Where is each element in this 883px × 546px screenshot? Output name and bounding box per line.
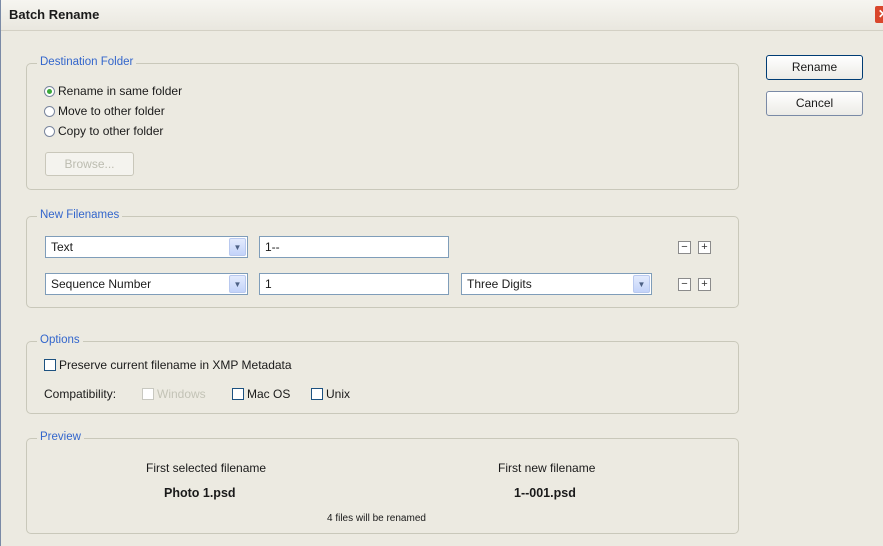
chevron-down-icon[interactable]: ▼ [633, 275, 650, 293]
browse-button[interactable]: Browse... [45, 152, 134, 176]
title-bar: Batch Rename ✕ [1, 0, 883, 31]
radio-button[interactable] [44, 85, 55, 97]
preview-legend: Preview [37, 431, 84, 443]
first-selected-filename-label: First selected filename [146, 461, 267, 475]
add-row-button-2[interactable]: + [698, 278, 711, 291]
cancel-button[interactable]: Cancel [766, 91, 863, 116]
windows-label: Windows [157, 387, 206, 401]
rename-button-label: Rename [791, 60, 838, 74]
filename-type-select-2[interactable]: Sequence Number ▼ [45, 273, 248, 295]
cancel-button-label: Cancel [795, 96, 834, 110]
unix-label: Unix [326, 387, 351, 401]
close-icon[interactable]: ✕ [875, 6, 883, 23]
filename-text-input-2[interactable]: 1 [259, 273, 449, 295]
windows-checkbox-row: Windows [142, 387, 206, 401]
first-selected-filename-value: Photo 1.psd [164, 486, 236, 500]
radio-label: Rename in same folder [58, 84, 183, 98]
new-filenames-legend: New Filenames [37, 209, 123, 221]
unix-checkbox[interactable] [311, 388, 323, 400]
first-new-filename-label: First new filename [498, 461, 596, 475]
filename-text-input-1[interactable]: 1-- [259, 236, 449, 258]
chevron-down-icon[interactable]: ▼ [229, 275, 246, 293]
first-new-filename-value: 1--001.psd [514, 486, 576, 500]
options-legend: Options [37, 334, 83, 346]
options-group: Options [26, 334, 739, 414]
input-value: 1-- [265, 240, 280, 254]
mac-os-checkbox[interactable] [232, 388, 244, 400]
rename-count-text: 4 files will be renamed [327, 513, 426, 524]
radio-copy-other-folder[interactable]: Copy to other folder [44, 124, 163, 138]
filename-type-select-1[interactable]: Text ▼ [45, 236, 248, 258]
radio-label: Copy to other folder [58, 124, 164, 138]
add-row-button-1[interactable]: + [698, 241, 711, 254]
remove-row-button-1[interactable]: − [678, 241, 691, 254]
chevron-down-icon[interactable]: ▼ [229, 238, 246, 256]
select-value: Text [51, 240, 74, 254]
radio-button[interactable] [44, 125, 55, 137]
unix-checkbox-row[interactable]: Unix [311, 387, 350, 401]
destination-folder-legend: Destination Folder [37, 56, 137, 68]
compatibility-label: Compatibility: [44, 387, 117, 401]
mac-os-label: Mac OS [247, 387, 291, 401]
input-value: 1 [265, 277, 272, 291]
windows-checkbox [142, 388, 154, 400]
radio-button[interactable] [44, 105, 55, 117]
batch-rename-dialog: Batch Rename ✕ Rename Cancel Destination… [0, 0, 883, 546]
remove-row-button-2[interactable]: − [678, 278, 691, 291]
radio-rename-same-folder[interactable]: Rename in same folder [44, 84, 182, 98]
radio-label: Move to other folder [58, 104, 165, 118]
mac-os-checkbox-row[interactable]: Mac OS [232, 387, 290, 401]
select-value: Three Digits [467, 277, 532, 291]
window-title: Batch Rename [9, 7, 100, 22]
radio-move-other-folder[interactable]: Move to other folder [44, 104, 165, 118]
browse-button-label: Browse... [64, 157, 115, 171]
preserve-filename-checkbox-row[interactable]: Preserve current filename in XMP Metadat… [44, 358, 292, 372]
sequence-format-select[interactable]: Three Digits ▼ [461, 273, 652, 295]
preserve-filename-checkbox[interactable] [44, 359, 56, 371]
rename-button[interactable]: Rename [766, 55, 863, 80]
select-value: Sequence Number [51, 277, 152, 291]
preserve-filename-label: Preserve current filename in XMP Metadat… [59, 358, 292, 372]
